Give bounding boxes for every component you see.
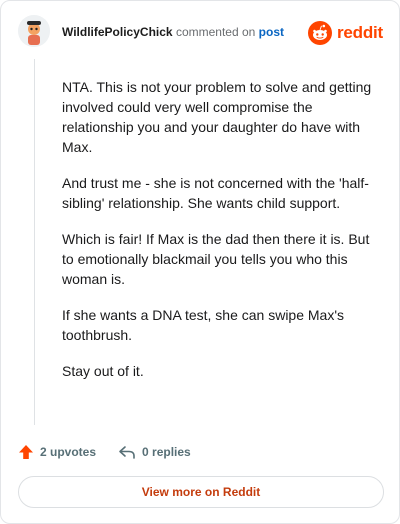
comment-embed-card: WildlifePolicyChick commented on post re…: [0, 0, 400, 524]
commented-on-text: commented on: [175, 25, 256, 39]
comment-paragraph: And trust me - she is not concerned with…: [62, 175, 369, 211]
comment-actions: 2 upvotes 0 replies: [18, 442, 191, 462]
comment-paragraph: Stay out of it.: [62, 363, 144, 379]
username-link[interactable]: WildlifePolicyChick: [62, 25, 173, 39]
replies-button[interactable]: 0 replies: [118, 444, 191, 460]
reddit-logo[interactable]: reddit: [307, 20, 383, 46]
comment-body: NTA. This is not your problem to solve a…: [62, 77, 372, 397]
user-avatar[interactable]: [18, 15, 50, 47]
upvote-count: 2 upvotes: [40, 445, 97, 459]
upvote-button[interactable]: 2 upvotes: [18, 444, 96, 460]
comment-header: WildlifePolicyChick commented on post re…: [18, 15, 383, 51]
comment-paragraph: Which is fair! If Max is the dad then th…: [62, 231, 370, 287]
reply-count: 0 replies: [142, 445, 191, 459]
upvote-arrow-icon: [19, 445, 33, 459]
avatar-icon: [18, 15, 50, 47]
view-more-on-reddit-button[interactable]: View more on Reddit: [18, 476, 384, 508]
thread-line: [34, 59, 35, 425]
comment-paragraph: NTA. This is not your problem to solve a…: [62, 79, 372, 155]
comment-byline: WildlifePolicyChick commented on post: [62, 25, 284, 39]
reply-arrow-icon: [119, 446, 135, 459]
reddit-snoo-icon: [307, 21, 332, 45]
comment-paragraph: If she wants a DNA test, she can swipe M…: [62, 307, 345, 343]
post-link[interactable]: post: [259, 25, 284, 39]
reddit-wordmark: reddit: [336, 23, 383, 42]
